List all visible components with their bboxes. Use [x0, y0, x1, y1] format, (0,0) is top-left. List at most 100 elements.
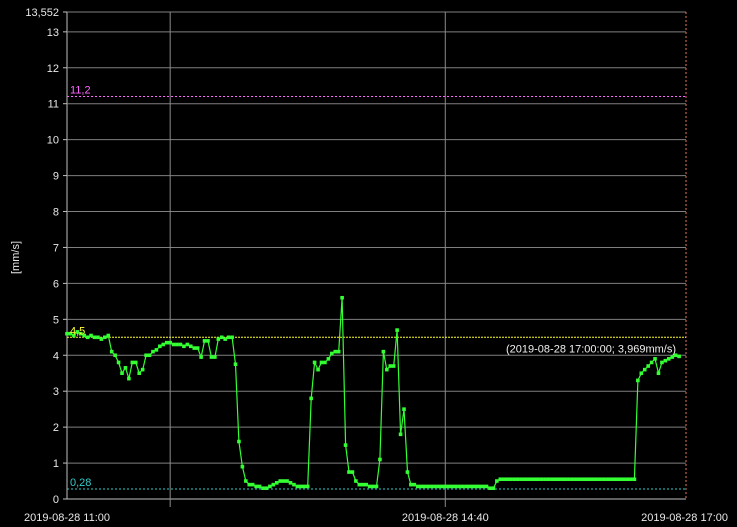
data-point	[354, 479, 358, 483]
data-point	[244, 479, 248, 483]
data-point	[642, 367, 647, 372]
y-max-label: 13,552	[25, 7, 59, 19]
data-point	[103, 335, 107, 340]
data-point	[113, 353, 117, 358]
y-axis-title: [mm/s]	[10, 241, 22, 274]
data-point	[656, 371, 661, 376]
data-point	[213, 355, 217, 359]
data-point	[216, 337, 221, 341]
y-tick-label: 12	[47, 63, 59, 75]
data-point	[133, 360, 138, 365]
data-point	[412, 482, 417, 487]
data-point	[237, 439, 241, 444]
data-point	[539, 477, 544, 482]
data-point	[106, 333, 111, 338]
data-point	[185, 342, 190, 347]
data-point	[85, 335, 90, 340]
data-point	[140, 367, 145, 372]
data-point	[446, 484, 451, 489]
data-point	[453, 484, 458, 489]
data-point	[99, 337, 104, 341]
data-point	[357, 482, 362, 487]
data-point	[192, 346, 197, 350]
data-point	[288, 481, 293, 485]
threshold-label: 0,28	[70, 477, 91, 489]
data-point	[316, 367, 320, 372]
data-point	[532, 477, 537, 482]
data-point	[526, 477, 530, 482]
data-point	[299, 484, 303, 489]
data-point	[312, 360, 317, 365]
y-tick-label: 0	[53, 494, 59, 506]
x-tick-label: 2019-08-28 17:00	[641, 512, 728, 524]
series-layer	[65, 295, 681, 491]
data-point	[168, 340, 172, 345]
y-tick-label: 13	[47, 27, 59, 39]
data-point	[433, 484, 437, 489]
data-point	[443, 484, 448, 489]
data-point	[385, 367, 389, 372]
data-point	[333, 349, 338, 354]
data-point	[460, 484, 465, 489]
data-point	[646, 364, 650, 368]
series-line	[67, 297, 680, 489]
x-tick-label: 2019-08-28 14:40	[402, 512, 489, 524]
data-point	[223, 337, 227, 341]
label-layer: 01234567891011121313,5522019-08-28 11:00…	[10, 7, 728, 524]
data-point	[577, 477, 582, 482]
data-point	[109, 349, 114, 354]
data-point	[326, 357, 331, 361]
data-point	[660, 360, 664, 365]
data-point	[391, 364, 396, 368]
data-point	[209, 355, 214, 359]
data-point	[127, 376, 131, 381]
data-point	[388, 364, 393, 368]
data-point	[137, 371, 142, 376]
data-point	[594, 477, 599, 482]
data-point	[309, 396, 313, 401]
data-point	[481, 484, 485, 489]
data-point	[529, 477, 534, 482]
data-point	[264, 486, 269, 491]
y-tick-label: 2	[53, 422, 59, 434]
data-point	[292, 482, 296, 487]
data-point	[130, 360, 135, 365]
data-point	[305, 484, 310, 489]
data-point	[653, 357, 657, 361]
data-point	[581, 477, 585, 482]
grid-layer	[63, 11, 687, 507]
data-point	[175, 342, 179, 347]
data-point	[415, 484, 420, 489]
y-tick-label: 5	[53, 314, 59, 326]
y-tick-label: 4	[53, 350, 59, 362]
data-point	[381, 349, 386, 354]
data-point	[667, 357, 671, 361]
cursor-readout: (2019-08-28 17:00:00; 3,969mm/s)	[506, 343, 676, 355]
data-point	[622, 477, 626, 482]
chart: 0 1 2 3 4 5 6 7 8 9 10 11 12 13 13,552 2019-08-28 11:00…	[0, 0, 737, 527]
data-point	[240, 464, 245, 469]
data-point	[625, 477, 630, 482]
data-point	[618, 477, 623, 482]
data-point	[495, 479, 499, 483]
data-point	[398, 432, 403, 437]
data-point	[484, 484, 489, 489]
data-point	[199, 355, 203, 359]
data-point	[498, 477, 503, 482]
data-point	[247, 482, 252, 487]
data-point	[409, 482, 413, 487]
data-point	[336, 349, 341, 354]
data-point	[323, 360, 327, 365]
y-tick-label: 10	[47, 135, 59, 147]
data-point	[670, 355, 675, 359]
data-point	[546, 477, 551, 482]
chart-svg: 01234567891011121313,5522019-08-28 11:00…	[10, 7, 728, 524]
data-point	[550, 477, 554, 482]
data-point	[226, 335, 231, 340]
data-point	[123, 366, 128, 370]
data-point	[154, 348, 159, 352]
data-point	[371, 484, 375, 489]
data-point	[677, 354, 681, 359]
data-point	[230, 335, 234, 340]
y-tick-label: 1	[53, 458, 59, 470]
